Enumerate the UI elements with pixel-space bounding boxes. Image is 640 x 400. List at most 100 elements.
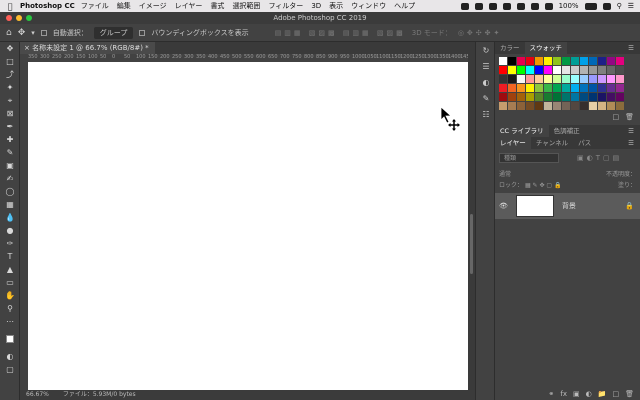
home-icon[interactable]: ⌂ — [6, 28, 12, 38]
swatch[interactable] — [571, 75, 579, 83]
swatch[interactable] — [589, 102, 597, 110]
close-icon[interactable]: × — [24, 44, 30, 52]
link-icon[interactable]: ⚭ — [549, 390, 555, 398]
properties-icon[interactable]: ☰ — [476, 58, 496, 74]
swatch[interactable] — [589, 75, 597, 83]
menu-extra-icon[interactable] — [474, 2, 483, 10]
swatch[interactable] — [598, 102, 606, 110]
vertical-ruler[interactable] — [20, 54, 28, 390]
swatch[interactable] — [571, 102, 579, 110]
swatch[interactable] — [562, 57, 570, 65]
layer-row-background[interactable]: 👁 背景 🔒 — [495, 193, 640, 219]
swatch[interactable] — [616, 93, 624, 101]
clone-stamp-tool-icon[interactable]: ▣ — [0, 159, 20, 172]
swatch[interactable] — [517, 93, 525, 101]
type-tool-icon[interactable]: T — [0, 250, 20, 263]
swatch[interactable] — [526, 66, 534, 74]
tab-channels[interactable]: チャンネル — [531, 137, 573, 149]
lock-icons[interactable]: ▦ ✎ ✥ ▢ 🔒 — [525, 182, 562, 189]
swatch[interactable] — [535, 57, 543, 65]
lock-icon[interactable]: 🔒 — [625, 202, 634, 210]
app-menu[interactable]: Photoshop CC — [20, 2, 75, 10]
tab-color[interactable]: カラー — [495, 42, 525, 54]
swatch[interactable] — [598, 66, 606, 74]
swatch[interactable] — [526, 93, 534, 101]
dodge-tool-icon[interactable]: ● — [0, 224, 20, 237]
3d-tool-icons[interactable]: ◎✥✣✤✦ — [458, 29, 503, 37]
swatch[interactable] — [580, 57, 588, 65]
blur-tool-icon[interactable]: 💧 — [0, 211, 20, 224]
brush-settings-icon[interactable]: ✎ — [476, 90, 496, 106]
eraser-tool-icon[interactable]: ◯ — [0, 185, 20, 198]
swatch[interactable] — [544, 93, 552, 101]
swatch[interactable] — [607, 57, 615, 65]
swatch[interactable] — [544, 102, 552, 110]
swatch[interactable] — [517, 102, 525, 110]
folder-icon[interactable]: 📁 — [598, 390, 607, 398]
panel-menu-icon[interactable]: ☰ — [628, 44, 634, 52]
menu-select[interactable]: 選択範囲 — [232, 1, 260, 11]
swatch[interactable] — [589, 66, 597, 74]
tab-cc-libraries[interactable]: CC ライブラリ — [495, 125, 549, 137]
volume-icon[interactable] — [544, 2, 553, 10]
menu-layer[interactable]: レイヤー — [175, 1, 203, 11]
layer-name[interactable]: 背景 — [562, 201, 576, 211]
swatch[interactable] — [580, 93, 588, 101]
lasso-tool-icon[interactable]: ⤴ — [0, 68, 20, 81]
swatch[interactable] — [598, 84, 606, 92]
swatch[interactable] — [616, 57, 624, 65]
menu-extra-icon[interactable] — [516, 2, 525, 10]
swatch[interactable] — [508, 75, 516, 83]
swatch[interactable] — [580, 75, 588, 83]
close-icon[interactable] — [6, 15, 12, 21]
swatch[interactable] — [517, 57, 525, 65]
swatch[interactable] — [553, 84, 561, 92]
align-icons[interactable]: ▤▥▦ ▧▨▩ ▤▥▦ ▧▨▩ — [275, 29, 406, 37]
quick-mask-icon[interactable]: ◐ — [0, 350, 20, 363]
new-layer-icon[interactable]: □ — [612, 390, 619, 398]
zoom-icon[interactable] — [26, 15, 32, 21]
swatch[interactable] — [499, 93, 507, 101]
swatch[interactable] — [598, 57, 606, 65]
swatch[interactable] — [562, 102, 570, 110]
swatch[interactable] — [535, 75, 543, 83]
swatch[interactable] — [607, 66, 615, 74]
menu-3d[interactable]: 3D — [311, 2, 321, 10]
history-icon[interactable]: ↻ — [476, 42, 496, 58]
swatch[interactable] — [499, 57, 507, 65]
swatch[interactable] — [571, 84, 579, 92]
swatch[interactable] — [571, 66, 579, 74]
menu-window[interactable]: ウィンドウ — [351, 1, 386, 11]
swatch[interactable] — [535, 102, 543, 110]
battery-icon[interactable] — [584, 2, 597, 10]
menu-extra-icon[interactable] — [502, 2, 511, 10]
swatch[interactable] — [499, 84, 507, 92]
swatch[interactable] — [607, 93, 615, 101]
trash-icon[interactable]: 🗑 — [625, 113, 634, 123]
swatch[interactable] — [562, 75, 570, 83]
swatch[interactable] — [562, 84, 570, 92]
more-tools-icon[interactable]: ⋯ — [0, 315, 20, 328]
minimize-icon[interactable] — [16, 15, 22, 21]
tab-swatches[interactable]: スウォッチ — [524, 42, 567, 54]
menu-type[interactable]: 書式 — [210, 1, 224, 11]
swatch[interactable] — [499, 102, 507, 110]
frame-tool-icon[interactable]: ⊠ — [0, 107, 20, 120]
swatch[interactable] — [598, 93, 606, 101]
zoom-level[interactable]: 66.67% — [26, 391, 49, 398]
menu-extra-icon[interactable] — [488, 2, 497, 10]
swatch[interactable] — [553, 102, 561, 110]
fx-icon[interactable]: fx — [560, 390, 567, 398]
color-swap-icon[interactable] — [0, 328, 20, 350]
swatch[interactable] — [589, 57, 597, 65]
rectangle-tool-icon[interactable]: ▭ — [0, 276, 20, 289]
panel-menu-icon[interactable]: ☰ — [628, 127, 634, 135]
swatch[interactable] — [553, 66, 561, 74]
sliders-icon[interactable]: ☷ — [476, 106, 496, 122]
wifi-icon[interactable] — [530, 2, 539, 10]
menu-filter[interactable]: フィルター — [268, 1, 303, 11]
swatch[interactable] — [589, 84, 597, 92]
search-icon[interactable]: ⚲ — [617, 2, 622, 10]
swatch[interactable] — [517, 75, 525, 83]
mask-icon[interactable]: ▣ — [573, 390, 580, 398]
